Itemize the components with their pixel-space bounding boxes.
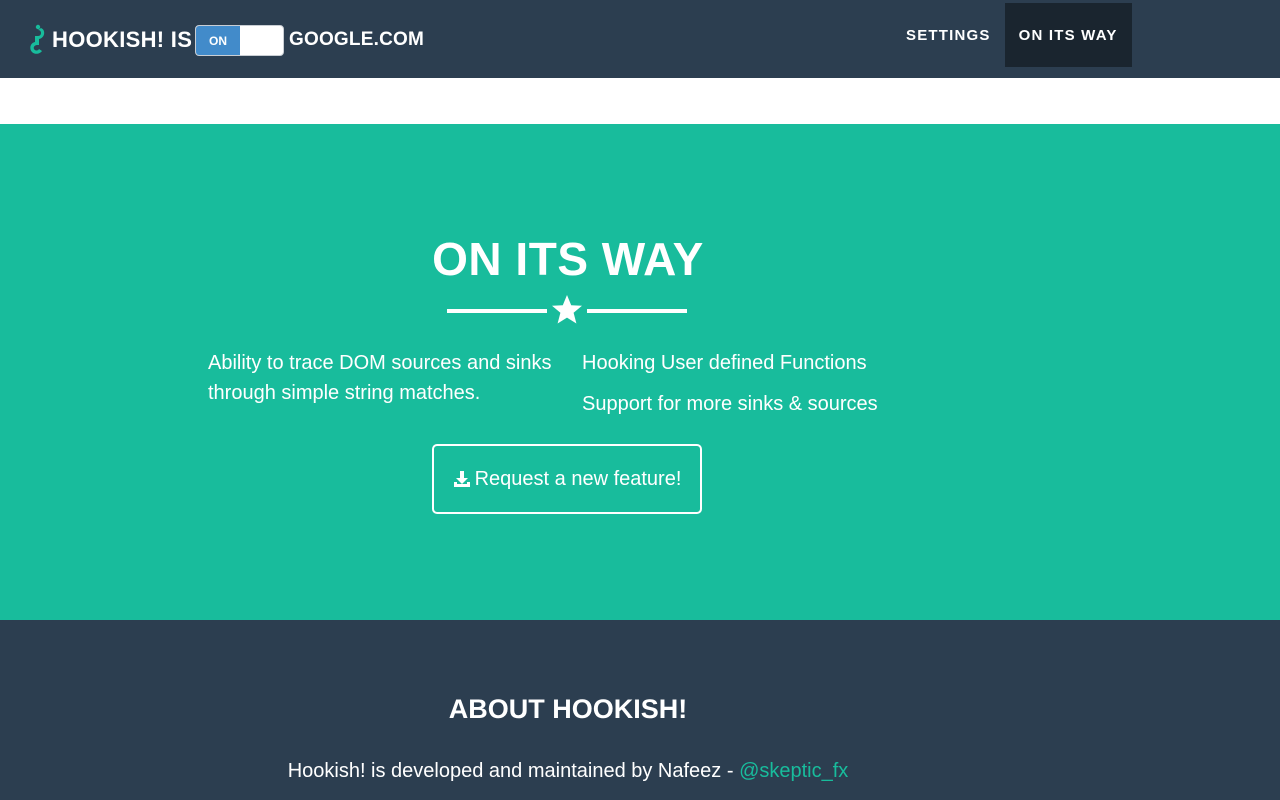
toggle-on-label: ON: [196, 26, 240, 55]
feature-item: Ability to trace DOM sources and sinks t…: [208, 352, 552, 404]
feature-item: Hooking User defined Functions: [582, 352, 867, 374]
features-right: Hooking User defined Functions Support f…: [582, 348, 902, 419]
nav-menu: SETTINGS ON ITS WAY: [892, 3, 1132, 67]
feature-item: Support for more sinks & sources: [582, 393, 878, 415]
brand-title: HOOKISH! IS: [52, 27, 193, 52]
about-text: Hookish! is developed and maintained by …: [218, 760, 918, 783]
spacer-band: [0, 78, 1280, 124]
star-icon: [552, 295, 582, 324]
navbar: HOOKISH! IS ON GOOGLE.COM SETTINGS ON IT…: [0, 0, 1280, 78]
divider-line-left: [447, 309, 547, 313]
nav-on-its-way[interactable]: ON ITS WAY: [1004, 3, 1132, 67]
download-icon: [453, 471, 470, 487]
about-title: ABOUT HOOKISH!: [448, 694, 688, 724]
features-left: Ability to trace DOM sources and sinks t…: [208, 348, 558, 408]
hook-icon: [30, 24, 45, 54]
section-title: ON ITS WAY: [432, 233, 704, 285]
request-feature-label: Request a new feature!: [474, 467, 682, 490]
on-its-way-section: ON ITS WAY Ability to trace DOM sources …: [0, 124, 1280, 620]
author-twitter-link[interactable]: @skeptic_fx: [739, 760, 848, 782]
about-text-prefix: Hookish! is developed and maintained by …: [287, 760, 740, 782]
enable-toggle[interactable]: ON: [195, 25, 284, 56]
brand[interactable]: HOOKISH! IS: [26, 24, 192, 56]
star-divider: [447, 294, 687, 328]
nav-settings[interactable]: SETTINGS: [892, 3, 1005, 67]
request-feature-button[interactable]: Request a new feature!: [432, 444, 702, 514]
about-section: ABOUT HOOKISH! Hookish! is developed and…: [0, 620, 1280, 800]
current-domain: GOOGLE.COM: [289, 29, 424, 50]
divider-line-right: [587, 309, 687, 313]
